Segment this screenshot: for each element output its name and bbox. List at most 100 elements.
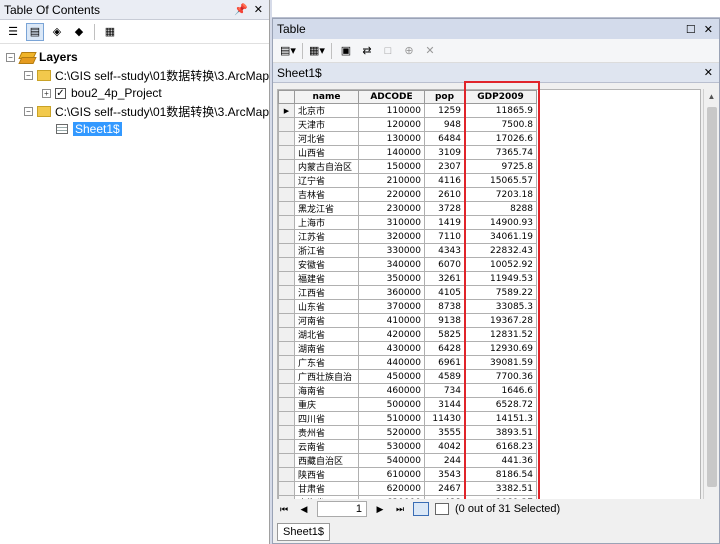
table-row[interactable]: 海南省 460000 734 1646.6 [278, 383, 687, 398]
cell-gdp2009[interactable]: 6528.72 [464, 397, 537, 412]
row-selector[interactable] [278, 187, 295, 202]
cell-adcode[interactable]: 420000 [358, 327, 425, 342]
delete-selected-icon[interactable]: ✕ [421, 42, 439, 60]
cell-adcode[interactable]: 540000 [358, 453, 425, 468]
cell-adcode[interactable]: 310000 [358, 215, 425, 230]
scroll-thumb[interactable] [707, 107, 717, 487]
cell-adcode[interactable]: 120000 [358, 117, 425, 132]
cell-adcode[interactable]: 340000 [358, 257, 425, 272]
cell-pop[interactable]: 3555 [424, 425, 465, 440]
cell-gdp2009[interactable]: 34061.19 [464, 229, 537, 244]
pin-icon[interactable]: 📌 [234, 3, 248, 16]
expand-icon[interactable]: + [42, 88, 51, 98]
cell-gdp2009[interactable]: 19367.28 [464, 313, 537, 328]
row-selector[interactable] [278, 397, 295, 412]
cell-adcode[interactable]: 150000 [358, 159, 425, 174]
cell-pop[interactable]: 1259 [424, 103, 465, 118]
cell-pop[interactable]: 948 [424, 117, 465, 132]
table-row[interactable]: 山西省 140000 3109 7365.74 [278, 145, 687, 160]
cell-adcode[interactable]: 520000 [358, 425, 425, 440]
table-row[interactable]: 天津市 120000 948 7500.8 [278, 117, 687, 132]
row-selector[interactable] [278, 439, 295, 454]
show-all-records-icon[interactable] [413, 502, 429, 516]
cell-gdp2009[interactable]: 441.36 [464, 453, 537, 468]
list-by-selection-icon[interactable]: ◆ [70, 23, 88, 41]
cell-pop[interactable]: 4042 [424, 439, 465, 454]
cell-name[interactable]: 上海市 [294, 215, 359, 230]
last-record-icon[interactable]: ⏭ [393, 502, 407, 516]
close-icon[interactable]: ✕ [704, 66, 719, 79]
table-row[interactable]: 安徽省 340000 6070 10052.92 [278, 257, 687, 272]
table-row[interactable]: 西藏自治区 540000 244 441.36 [278, 453, 687, 468]
cell-gdp2009[interactable]: 11865.9 [464, 103, 537, 118]
cell-gdp2009[interactable]: 12831.52 [464, 327, 537, 342]
cell-name[interactable]: 安徽省 [294, 257, 359, 272]
cell-pop[interactable]: 6961 [424, 355, 465, 370]
cell-adcode[interactable]: 360000 [358, 285, 425, 300]
cell-gdp2009[interactable]: 33085.3 [464, 299, 537, 314]
row-selector[interactable] [278, 117, 295, 132]
cell-adcode[interactable]: 430000 [358, 341, 425, 356]
row-selector[interactable] [278, 299, 295, 314]
collapse-icon[interactable]: − [24, 70, 33, 80]
cell-adcode[interactable]: 510000 [358, 411, 425, 426]
table-row[interactable]: ▶ 北京市 110000 1259 11865.9 [278, 103, 687, 118]
cell-pop[interactable]: 734 [424, 383, 465, 398]
table-row[interactable]: 广东省 440000 6961 39081.59 [278, 355, 687, 370]
cell-adcode[interactable]: 440000 [358, 355, 425, 370]
cell-adcode[interactable]: 230000 [358, 201, 425, 216]
cell-gdp2009[interactable]: 10052.92 [464, 257, 537, 272]
switch-selection-icon[interactable]: ⇄ [358, 42, 376, 60]
row-selector[interactable] [278, 159, 295, 174]
cell-gdp2009[interactable]: 15065.57 [464, 173, 537, 188]
cell-pop[interactable]: 6070 [424, 257, 465, 272]
cell-pop[interactable]: 4343 [424, 243, 465, 258]
scroll-up-icon[interactable]: ▲ [704, 89, 719, 105]
cell-gdp2009[interactable]: 11949.53 [464, 271, 537, 286]
maximize-icon[interactable]: ☐ [686, 23, 696, 36]
row-selector[interactable] [278, 271, 295, 286]
cell-pop[interactable]: 3109 [424, 145, 465, 160]
cell-gdp2009[interactable]: 3893.51 [464, 425, 537, 440]
list-by-visibility-icon[interactable]: ◈ [48, 23, 66, 41]
table-row[interactable]: 重庆 500000 3144 6528.72 [278, 397, 687, 412]
table-row[interactable]: 湖北省 420000 5825 12831.52 [278, 327, 687, 342]
cell-name[interactable]: 重庆 [294, 397, 359, 412]
cell-name[interactable]: 浙江省 [294, 243, 359, 258]
collapse-icon[interactable]: − [6, 52, 15, 62]
cell-pop[interactable]: 2610 [424, 187, 465, 202]
cell-adcode[interactable]: 620000 [358, 481, 425, 496]
cell-pop[interactable]: 244 [424, 453, 465, 468]
table-row[interactable]: 陕西省 610000 3543 8186.54 [278, 467, 687, 482]
table-row[interactable]: 黑龙江省 230000 3728 8288 [278, 201, 687, 216]
cell-name[interactable]: 西藏自治区 [294, 453, 359, 468]
column-header-adcode[interactable]: ADCODE [358, 90, 425, 104]
layers-node[interactable]: − Layers [0, 48, 269, 66]
cell-name[interactable]: 贵州省 [294, 425, 359, 440]
table-row[interactable]: 辽宁省 210000 4116 15065.57 [278, 173, 687, 188]
table-row[interactable]: 浙江省 330000 4343 22832.43 [278, 243, 687, 258]
list-by-source-icon[interactable]: ▤ [26, 22, 44, 41]
table-row[interactable]: 江西省 360000 4105 7589.22 [278, 285, 687, 300]
cell-adcode[interactable]: 370000 [358, 299, 425, 314]
table-row[interactable]: 江苏省 320000 7110 34061.19 [278, 229, 687, 244]
cell-gdp2009[interactable]: 17026.6 [464, 131, 537, 146]
cell-pop[interactable]: 7110 [424, 229, 465, 244]
cell-gdp2009[interactable]: 39081.59 [464, 355, 537, 370]
cell-pop[interactable]: 4116 [424, 173, 465, 188]
table-row[interactable]: 湖南省 430000 6428 12930.69 [278, 341, 687, 356]
cell-gdp2009[interactable]: 14151.3 [464, 411, 537, 426]
cell-pop[interactable]: 2467 [424, 481, 465, 496]
cell-name[interactable]: 内蒙古自治区 [294, 159, 359, 174]
row-selector[interactable] [278, 355, 295, 370]
cell-adcode[interactable]: 130000 [358, 131, 425, 146]
cell-gdp2009[interactable]: 8288 [464, 201, 537, 216]
row-selector[interactable] [278, 453, 295, 468]
cell-name[interactable]: 河南省 [294, 313, 359, 328]
cell-name[interactable]: 黑龙江省 [294, 201, 359, 216]
cell-gdp2009[interactable]: 7589.22 [464, 285, 537, 300]
cell-name[interactable]: 河北省 [294, 131, 359, 146]
cell-name[interactable]: 湖北省 [294, 327, 359, 342]
cell-adcode[interactable]: 410000 [358, 313, 425, 328]
row-selector[interactable] [278, 229, 295, 244]
